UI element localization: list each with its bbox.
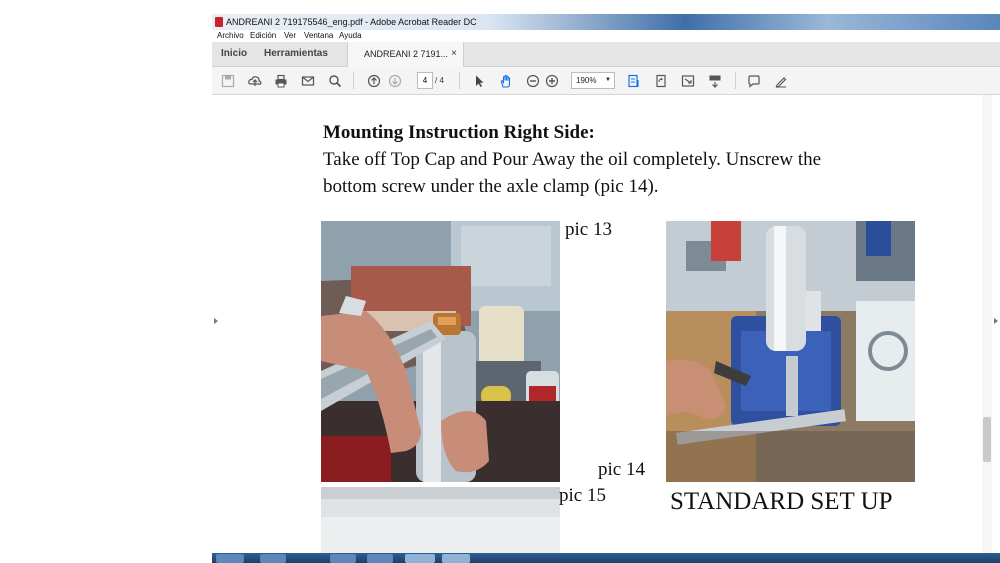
taskbar-app-button[interactable] bbox=[330, 554, 356, 563]
menu-ayuda[interactable]: Ayuda bbox=[339, 30, 362, 42]
windows-taskbar bbox=[212, 553, 1000, 563]
instruction-line-1: Take off Top Cap and Pour Away the oil c… bbox=[323, 149, 822, 170]
save-icon[interactable] bbox=[220, 73, 236, 89]
previous-page-icon[interactable] bbox=[366, 73, 382, 89]
menu-bar: Archivo Edición Ver Ventana Ayuda bbox=[212, 30, 1000, 42]
search-icon[interactable] bbox=[327, 73, 343, 89]
window-title: ANDREANI 2 719175546_eng.pdf - Adobe Acr… bbox=[226, 17, 477, 27]
photo-pic-14 bbox=[666, 221, 915, 482]
tab-home[interactable]: Inicio bbox=[221, 42, 247, 66]
chevron-down-icon: ▼ bbox=[605, 77, 611, 83]
taskbar-app-button[interactable] bbox=[367, 554, 393, 563]
taskbar-app-button[interactable] bbox=[260, 554, 286, 563]
hand-tool-icon[interactable] bbox=[498, 73, 514, 89]
instruction-line-2: bottom screw under the axle clamp (pic 1… bbox=[323, 176, 659, 197]
photo-pic-15 bbox=[321, 487, 560, 553]
caption-pic-15: pic 15 bbox=[559, 485, 606, 506]
select-cursor-icon[interactable] bbox=[471, 73, 487, 89]
menu-ver[interactable]: Ver bbox=[284, 30, 296, 42]
pdf-page: Mounting Instruction Right Side: Take of… bbox=[242, 95, 972, 553]
page-number-input[interactable] bbox=[417, 72, 433, 89]
zoom-out-icon[interactable] bbox=[525, 73, 541, 89]
zoom-in-icon[interactable] bbox=[544, 73, 560, 89]
fit-page-icon[interactable] bbox=[626, 73, 642, 89]
document-area[interactable]: Mounting Instruction Right Side: Take of… bbox=[212, 95, 1000, 553]
menu-edicion[interactable]: Edición bbox=[250, 30, 276, 42]
scroll-mode-icon[interactable] bbox=[707, 73, 723, 89]
comment-icon[interactable] bbox=[746, 73, 762, 89]
upload-cloud-icon[interactable] bbox=[247, 73, 263, 89]
toolbar-divider bbox=[353, 72, 354, 89]
vertical-scrollbar[interactable] bbox=[982, 95, 992, 553]
draw-pen-icon[interactable] bbox=[773, 73, 789, 89]
menu-archivo[interactable]: Archivo bbox=[217, 30, 244, 42]
title-bar: ANDREANI 2 719175546_eng.pdf - Adobe Acr… bbox=[212, 14, 1000, 30]
toolbar: / 4 190% ▼ bbox=[212, 67, 1000, 95]
close-tab-icon[interactable]: × bbox=[451, 42, 457, 66]
next-page-icon[interactable] bbox=[387, 73, 403, 89]
tab-document[interactable]: ANDREANI 2 7191... × bbox=[347, 42, 464, 67]
caption-standard-set-up: STANDARD SET UP bbox=[670, 488, 893, 515]
scrollbar-thumb[interactable] bbox=[983, 417, 991, 462]
rotate-page-icon[interactable] bbox=[653, 73, 669, 89]
page-total: / 4 bbox=[435, 76, 444, 85]
menu-ventana[interactable]: Ventana bbox=[304, 30, 333, 42]
start-button[interactable] bbox=[216, 554, 244, 563]
caption-pic-13: pic 13 bbox=[565, 219, 612, 240]
taskbar-app-button[interactable] bbox=[405, 554, 435, 563]
taskbar-acrobat-button[interactable] bbox=[442, 554, 470, 563]
zoom-level-value: 190% bbox=[576, 76, 597, 85]
caption-pic-14: pic 14 bbox=[598, 459, 645, 480]
toolbar-divider bbox=[459, 72, 460, 89]
document-tab-label: ANDREANI 2 7191... bbox=[364, 49, 449, 59]
acrobat-window: ANDREANI 2 719175546_eng.pdf - Adobe Acr… bbox=[212, 14, 1000, 563]
zoom-level-select[interactable]: 190% ▼ bbox=[571, 72, 615, 89]
page-heading: Mounting Instruction Right Side: bbox=[323, 122, 595, 143]
left-panel-arrow-icon[interactable] bbox=[214, 318, 218, 324]
print-icon[interactable] bbox=[273, 73, 289, 89]
photo-pic-13 bbox=[321, 221, 560, 482]
toolbar-divider bbox=[735, 72, 736, 89]
pdf-app-icon bbox=[215, 17, 223, 27]
full-screen-icon[interactable] bbox=[680, 73, 696, 89]
email-icon[interactable] bbox=[300, 73, 316, 89]
tab-tools[interactable]: Herramientas bbox=[264, 42, 328, 66]
right-panel-arrow-icon[interactable] bbox=[994, 318, 998, 324]
tab-bar: Inicio Herramientas ANDREANI 2 7191... × bbox=[212, 42, 1000, 67]
